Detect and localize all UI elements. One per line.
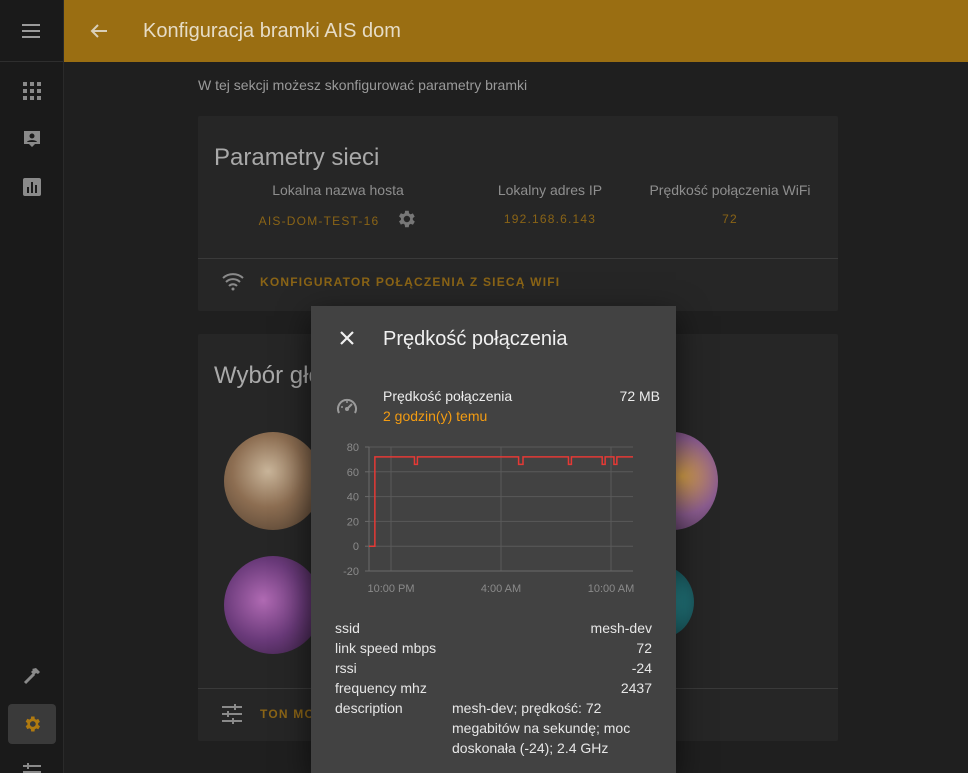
x-tick-label: 10:00 PM (367, 583, 414, 595)
attribute-row: rssi -24 (335, 658, 652, 678)
sidebar-item-settings[interactable] (8, 704, 56, 744)
history-chart[interactable]: 80 60 40 20 0 -20 10:00 PM 4:00 AM 10:00 AM (335, 436, 655, 596)
hammer-icon (23, 668, 40, 685)
arrow-left-icon (90, 24, 107, 38)
sidebar-item-tools[interactable] (8, 656, 56, 696)
apps-grid-icon (23, 82, 41, 100)
hostname-value[interactable]: AIS-DOM-TEST-16 (259, 214, 380, 228)
state-name: Prędkość połączenia (383, 388, 513, 404)
tune-icon (23, 763, 41, 773)
hostname-settings-icon[interactable] (395, 208, 417, 230)
voice-avatar-1[interactable] (224, 432, 322, 530)
network-card: Parametry sieci Lokalna nazwa hosta AIS-… (198, 116, 838, 311)
hostname-column: Lokalna nazwa hosta AIS-DOM-TEST-16 (258, 182, 418, 230)
attribute-value: -24 (631, 660, 652, 676)
tone-label: TON MO (260, 707, 315, 721)
attribute-key: frequency mhz (335, 680, 427, 696)
wifi-speed-column: Prędkość połączenia WiFi 72 (640, 182, 820, 226)
state-last-changed: 2 godzin(y) temu (383, 408, 488, 424)
dialog-title: Prędkość połączenia (383, 328, 568, 350)
attribute-key: ssid (335, 620, 360, 636)
more-info-dialog: Prędkość połączenia Prędkość połączenia … (311, 306, 676, 773)
ip-value: 192.168.6.143 (503, 212, 597, 226)
ip-column: Lokalny adres IP 192.168.6.143 (480, 182, 620, 226)
network-card-title: Parametry sieci (214, 144, 380, 171)
attribute-row: link speed mbps 72 (335, 638, 652, 658)
gear-icon (25, 716, 40, 732)
attribute-row: ssid mesh-dev (335, 618, 652, 638)
close-icon (340, 331, 354, 345)
attribute-value: 72 (636, 640, 652, 656)
top-app-bar: Konfiguracja bramki AIS dom (64, 0, 968, 62)
tone-button[interactable]: TON MO (222, 704, 315, 724)
back-button[interactable] (64, 23, 134, 39)
voice-avatar-2[interactable] (224, 556, 322, 654)
bar-chart-icon (23, 178, 41, 196)
close-button[interactable] (335, 326, 359, 350)
intro-text: W tej sekcji możesz skonfigurować parame… (198, 77, 528, 93)
page-title: Konfiguracja bramki AIS dom (143, 19, 401, 42)
ip-label: Lokalny adres IP (497, 182, 603, 198)
tune-icon (222, 704, 242, 724)
sidebar-item-contacts[interactable] (8, 119, 56, 159)
attribute-key: description (335, 700, 403, 716)
attribute-value: mesh-dev (590, 620, 652, 636)
wifi-icon (222, 273, 244, 291)
attribute-row: frequency mhz 2437 (335, 678, 652, 698)
attribute-value: mesh-dev; prędkość: 72 megabitów na seku… (452, 700, 631, 756)
x-tick-label: 10:00 AM (588, 583, 634, 595)
wifi-speed-label: Prędkość połączenia WiFi (649, 182, 811, 198)
attribute-key: link speed mbps (335, 640, 437, 656)
speedometer-icon (337, 395, 357, 414)
sidebar (0, 0, 64, 773)
state-value: 72 MB (619, 388, 660, 404)
wifi-configurator-label: KONFIGURATOR POŁĄCZENIA Z SIECĄ WIFI (260, 275, 561, 289)
sidebar-header (0, 0, 63, 62)
wifi-speed-value[interactable]: 72 (640, 212, 820, 226)
sidebar-item-stats[interactable] (8, 167, 56, 207)
attributes-list: ssid mesh-dev link speed mbps 72 rssi -24 freq… (335, 618, 652, 758)
attribute-row: description mesh-dev; prędkość: 72 megabi… (335, 698, 652, 758)
attribute-key: rssi (335, 660, 357, 676)
y-tick-label: 20 (347, 516, 359, 528)
sidebar-item-apps[interactable] (8, 71, 56, 111)
menu-icon[interactable] (21, 23, 42, 38)
account-box-icon (24, 131, 40, 147)
hostname-label: Lokalna nazwa hosta (272, 182, 404, 198)
divider (198, 258, 838, 259)
sidebar-item-tune[interactable] (8, 752, 56, 773)
y-tick-label: 40 (347, 492, 359, 504)
attribute-value: 2437 (620, 680, 652, 696)
y-tick-label: 0 (353, 541, 359, 553)
y-tick-label: -20 (343, 566, 359, 578)
x-tick-label: 4:00 AM (481, 583, 521, 595)
wifi-configurator-button[interactable]: KONFIGURATOR POŁĄCZENIA Z SIECĄ WIFI (222, 273, 560, 291)
y-tick-label: 60 (347, 467, 359, 479)
y-tick-label: 80 (347, 442, 359, 454)
voice-card-title: Wybór gło (214, 362, 322, 389)
